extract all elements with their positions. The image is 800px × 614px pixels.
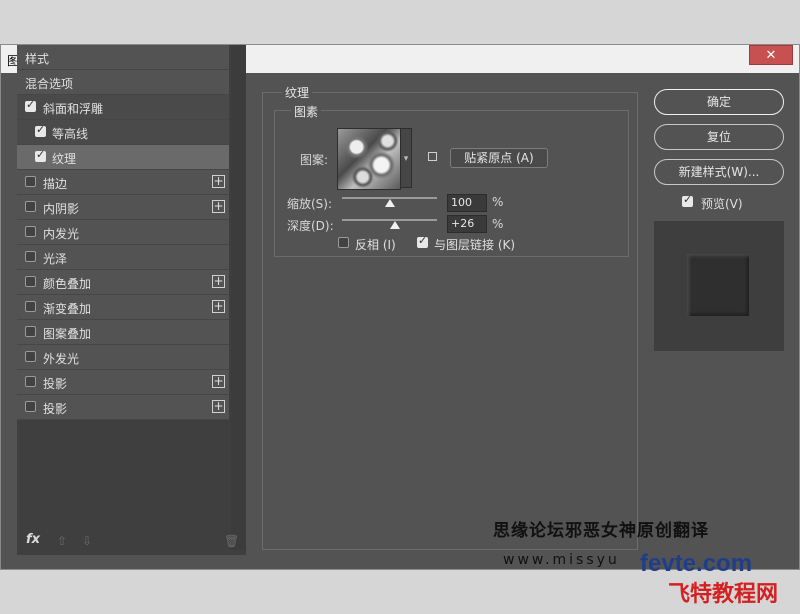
style-preview bbox=[654, 221, 784, 351]
scale-input[interactable]: 100 bbox=[447, 194, 487, 212]
style-item-checkbox[interactable] bbox=[25, 301, 36, 312]
style-item-label: 描边 bbox=[43, 177, 68, 191]
style-item-12[interactable]: 外发光 bbox=[17, 345, 229, 370]
style-item-1[interactable]: 混合选项 bbox=[17, 70, 229, 95]
scale-unit: % bbox=[492, 195, 504, 209]
link-with-layer-checkbox[interactable] bbox=[417, 234, 428, 248]
style-item-checkbox[interactable] bbox=[25, 226, 36, 237]
style-item-label: 颜色叠加 bbox=[43, 277, 92, 291]
style-item-label: 混合选项 bbox=[25, 77, 74, 91]
add-effect-plus-icon[interactable]: + bbox=[212, 300, 225, 313]
elements-group bbox=[274, 110, 629, 257]
style-item-checkbox[interactable] bbox=[25, 276, 36, 287]
style-item-checkbox[interactable] bbox=[25, 176, 36, 187]
add-effect-plus-icon[interactable]: + bbox=[212, 275, 225, 288]
style-item-8[interactable]: 光泽 bbox=[17, 245, 229, 270]
depth-input[interactable]: +26 bbox=[447, 215, 487, 233]
scale-slider-thumb[interactable] bbox=[384, 199, 395, 207]
style-item-label: 图案叠加 bbox=[43, 327, 92, 341]
texture-group-title: 纹理 bbox=[282, 84, 313, 101]
invert-label: 反相 (I) bbox=[355, 238, 396, 252]
style-item-9[interactable]: 颜色叠加 + bbox=[17, 270, 229, 295]
watermark-url: www.missyu bbox=[503, 552, 620, 568]
style-item-10[interactable]: 渐变叠加 + bbox=[17, 295, 229, 320]
style-item-label: 纹理 bbox=[52, 152, 77, 166]
styles-list: 样式混合选项斜面和浮雕等高线纹理描边 + 内阴影 + 内发光光泽颜色叠加 + 渐变叠加 + 图案… bbox=[17, 45, 229, 420]
ok-button[interactable]: 确定 bbox=[654, 89, 784, 115]
link-with-layer-label: 与图层链接 (K) bbox=[434, 238, 516, 252]
add-effect-plus-icon[interactable]: + bbox=[212, 175, 225, 188]
style-item-label: 内发光 bbox=[43, 227, 80, 241]
style-item-label: 内阴影 bbox=[43, 202, 80, 216]
style-item-label: 渐变叠加 bbox=[43, 302, 92, 316]
watermark-brand-cn: 飞特教程网 bbox=[668, 582, 779, 607]
move-down-icon[interactable]: ⇩ bbox=[82, 534, 92, 548]
style-item-4[interactable]: 纹理 bbox=[17, 145, 229, 170]
preview-thumbnail bbox=[687, 254, 749, 316]
style-item-checkbox[interactable] bbox=[25, 326, 36, 337]
preview-checkbox[interactable] bbox=[682, 193, 693, 207]
style-item-0[interactable]: 样式 bbox=[17, 45, 229, 70]
style-item-7[interactable]: 内发光 bbox=[17, 220, 229, 245]
preview-label: 预览(V) bbox=[701, 197, 743, 211]
add-effect-plus-icon[interactable]: + bbox=[212, 375, 225, 388]
style-item-checkbox[interactable] bbox=[25, 351, 36, 362]
style-item-checkbox[interactable] bbox=[25, 401, 36, 412]
style-item-checkbox[interactable] bbox=[25, 98, 36, 112]
style-item-11[interactable]: 图案叠加 bbox=[17, 320, 229, 345]
style-item-label: 等高线 bbox=[52, 127, 89, 141]
style-item-2[interactable]: 斜面和浮雕 bbox=[17, 95, 229, 120]
pattern-dropdown-chevron-icon[interactable]: ▾ bbox=[400, 128, 412, 188]
reset-button[interactable]: 复位 bbox=[654, 124, 784, 150]
style-item-13[interactable]: 投影 + bbox=[17, 370, 229, 395]
add-effect-plus-icon[interactable]: + bbox=[212, 400, 225, 413]
style-item-label: 外发光 bbox=[43, 352, 80, 366]
elements-group-title: 图素 bbox=[291, 103, 322, 120]
trash-icon[interactable]: 🗑 bbox=[224, 534, 239, 548]
style-item-checkbox[interactable] bbox=[25, 251, 36, 262]
scale-label: 缩放(S): bbox=[287, 197, 333, 211]
new-style-button[interactable]: 新建样式(W)... bbox=[654, 159, 784, 185]
style-item-label: 光泽 bbox=[43, 252, 68, 266]
watermark-credit: 思缘论坛邪恶女神原创翻译 bbox=[493, 521, 709, 541]
add-effect-plus-icon[interactable]: + bbox=[212, 200, 225, 213]
depth-unit: % bbox=[492, 217, 504, 231]
pattern-swatch[interactable] bbox=[337, 128, 401, 190]
style-item-3[interactable]: 等高线 bbox=[17, 120, 229, 145]
style-item-5[interactable]: 描边 + bbox=[17, 170, 229, 195]
style-item-checkbox[interactable] bbox=[25, 201, 36, 212]
styles-scrollbar[interactable] bbox=[231, 45, 246, 550]
style-item-14[interactable]: 投影 + bbox=[17, 395, 229, 420]
style-item-label: 样式 bbox=[25, 52, 50, 66]
move-up-icon[interactable]: ⇧ bbox=[57, 534, 67, 548]
style-item-label: 投影 bbox=[43, 377, 68, 391]
watermark-brand: fevte.com bbox=[640, 550, 753, 577]
close-button[interactable]: ✕ bbox=[749, 45, 793, 65]
depth-label: 深度(D): bbox=[287, 219, 334, 233]
style-item-checkbox[interactable] bbox=[35, 123, 46, 137]
style-item-checkbox[interactable] bbox=[35, 148, 46, 162]
invert-checkbox[interactable] bbox=[338, 237, 349, 248]
style-item-label: 斜面和浮雕 bbox=[43, 102, 104, 116]
depth-slider-thumb[interactable] bbox=[390, 221, 401, 229]
new-preset-icon[interactable] bbox=[428, 152, 437, 161]
fx-icon[interactable]: fx bbox=[26, 532, 40, 547]
style-item-label: 投影 bbox=[43, 402, 68, 416]
style-item-checkbox[interactable] bbox=[25, 376, 36, 387]
style-item-6[interactable]: 内阴影 + bbox=[17, 195, 229, 220]
snap-to-origin-button[interactable]: 贴紧原点 (A) bbox=[450, 148, 548, 168]
pattern-label: 图案: bbox=[300, 153, 329, 167]
